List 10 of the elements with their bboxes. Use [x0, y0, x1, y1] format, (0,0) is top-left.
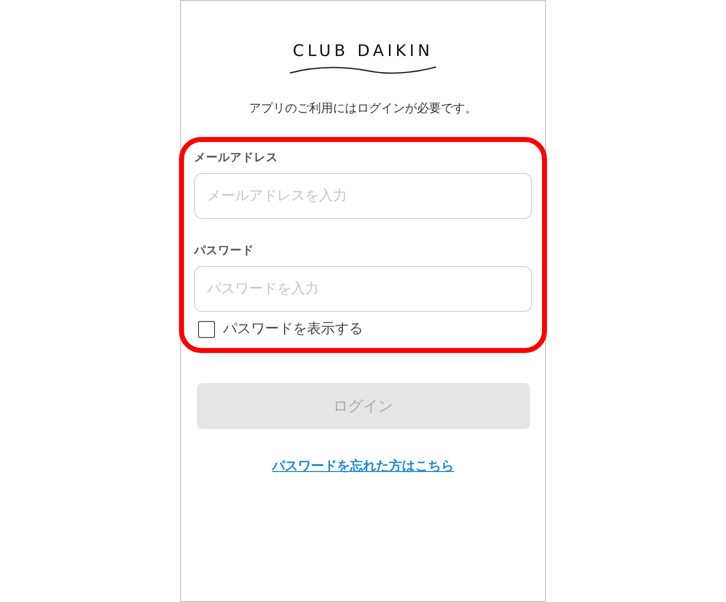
- wave-icon: [289, 65, 437, 75]
- field-label: メールアドレス: [194, 150, 279, 165]
- field-label: パスワード: [194, 243, 255, 258]
- input-field[interactable]: パスワードを入力: [194, 266, 532, 312]
- input-field[interactable]: メールアドレスを入力: [194, 173, 532, 219]
- checkbox-label: パスワードを表示する: [223, 320, 363, 338]
- logo-text: CLUB DAIKIN: [292, 41, 434, 61]
- forgot-password-link[interactable]: パスワードを忘れた方はこちら: [272, 457, 454, 475]
- subtitle: アプリのご利用にはログインが必要です。: [249, 100, 477, 117]
- checkbox[interactable]: [198, 320, 215, 338]
